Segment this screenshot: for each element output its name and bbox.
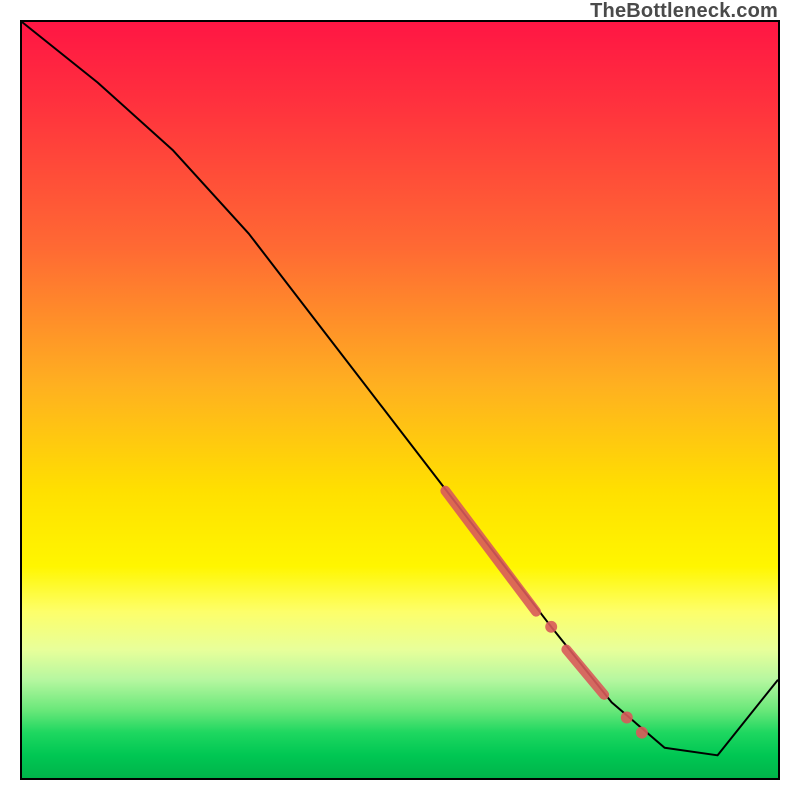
highlight-dot-1 [621,712,633,724]
highlight-segment-1 [566,649,604,694]
highlight-segments [445,491,604,695]
chart-svg [22,22,778,778]
highlight-dot-2 [636,727,648,739]
highlight-dot-0 [545,621,557,633]
plot-area [20,20,780,780]
main-curve-path [22,22,778,755]
chart-container: TheBottleneck.com [0,0,800,800]
highlight-segment-0 [445,491,536,612]
